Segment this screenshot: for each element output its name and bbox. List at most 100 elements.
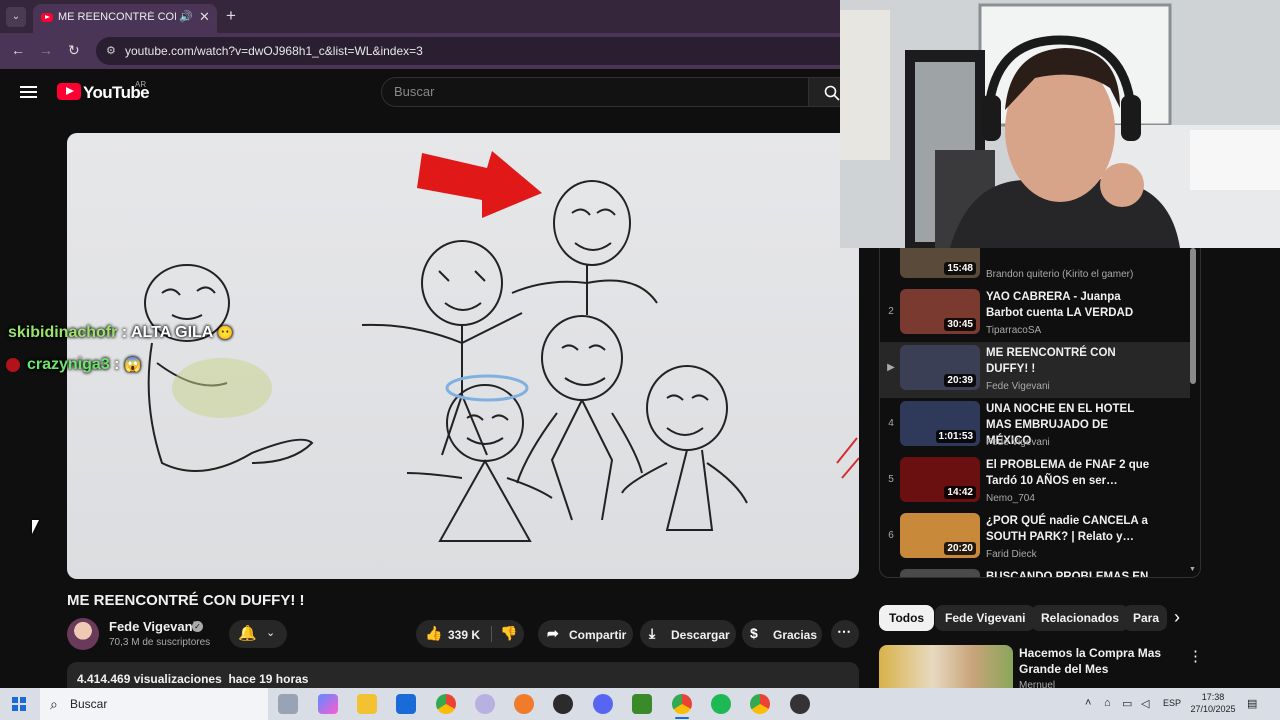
video-player[interactable]	[67, 133, 859, 579]
chip-channel[interactable]: Fede Vigevani	[935, 605, 1036, 631]
thanks-button[interactable]: $ Gracias	[742, 620, 822, 648]
more-vertical-icon[interactable]: ⋮	[1188, 647, 1203, 665]
clock[interactable]: 17:38 27/10/2025	[1187, 691, 1239, 715]
notifications-icon[interactable]: ▤	[1247, 697, 1257, 710]
playlist-title[interactable]: BUSCANDO PROBLEMAS EN CONSTITUCIÓN	[986, 569, 1156, 577]
windows-start-icon[interactable]	[12, 697, 26, 711]
speaker-icon[interactable]: 🔊	[179, 10, 193, 23]
playlist-title[interactable]: ¿POR QUÉ nadie CANCELA a SOUTH PARK? | R…	[986, 513, 1156, 545]
app-record-icon[interactable]	[553, 694, 573, 714]
copilot-icon[interactable]	[318, 694, 338, 714]
playlist-item[interactable]: ▶ 20:39 ME REENCONTRÉ CON DUFFY! ! Fede Vig…	[880, 342, 1190, 398]
download-button[interactable]: ⤓ Descargar	[640, 620, 736, 648]
thanks-label: Gracias	[773, 628, 818, 642]
scroll-down-icon[interactable]: ▼	[1189, 566, 1196, 573]
playlist-thumbnail[interactable]: 30:45	[900, 289, 980, 334]
playlist-item[interactable]: 5 14:42 El PROBLEMA de FNAF 2 que Tardó 10…	[880, 454, 1190, 510]
emoji-icon: 😱	[123, 356, 142, 372]
emoji-icon: 😶	[217, 325, 234, 340]
tab-title: ME REENCONTRÉ CON DUFFY! !	[58, 11, 176, 23]
task-view-icon[interactable]	[278, 694, 298, 714]
playlist-item[interactable]: 6 20:20 ¿POR QUÉ nadie CANCELA a SOUTH PAR…	[880, 510, 1190, 566]
playlist-item[interactable]: 2 30:45 YAO CABRERA - Juanpa Barbot cuenta…	[880, 286, 1190, 342]
youtube-header: YouTube AR	[0, 70, 840, 114]
playlist-title[interactable]: ME REENCONTRÉ CON DUFFY! !	[986, 345, 1156, 377]
playlist-item[interactable]: BUSCANDO PROBLEMAS EN CONSTITUCIÓN	[880, 566, 1190, 577]
menu-icon[interactable]	[20, 86, 37, 98]
playlist-thumbnail[interactable]: 1:01:53	[900, 401, 980, 446]
minecraft-icon[interactable]	[632, 694, 652, 714]
chip-related[interactable]: Relacionados	[1031, 605, 1130, 631]
playlist-title[interactable]: El PROBLEMA de FNAF 2 que Tardó 10 AÑOS …	[986, 457, 1156, 489]
playlist-thumbnail[interactable]: 20:20	[900, 513, 980, 558]
tray-overflow-icon[interactable]: ˄	[1085, 697, 1091, 709]
recommendation-thumbnail[interactable]	[879, 645, 1013, 690]
search-input[interactable]	[394, 84, 794, 99]
playlist-scrollbar[interactable]	[1190, 248, 1196, 384]
channel-avatar[interactable]	[67, 618, 99, 650]
thumbs-down-icon[interactable]: 👎	[500, 625, 517, 642]
upload-age: hace 19 horas	[228, 672, 309, 686]
youtube-logo-icon[interactable]	[57, 83, 81, 100]
webcam-image	[840, 0, 1280, 248]
close-tab-icon[interactable]: ✕	[199, 9, 210, 25]
playlist-thumbnail[interactable]: 14:42	[900, 457, 980, 502]
chip-for-you[interactable]: Para	[1123, 605, 1167, 631]
chrome-profile-icon[interactable]	[672, 694, 692, 714]
spotify-icon[interactable]	[711, 694, 731, 714]
site-info-icon[interactable]: ⚙	[106, 44, 116, 57]
playlist-channel: Fede Vigevani	[986, 381, 1050, 392]
notifications-button[interactable]: 🔔 ⌄	[229, 620, 287, 648]
language-indicator[interactable]: ESP	[1163, 698, 1181, 708]
chrome-icon[interactable]	[436, 694, 456, 714]
tab-search-button[interactable]: ⌄	[6, 7, 26, 27]
more-actions-button[interactable]: ⋯	[831, 620, 859, 648]
app-sun-icon[interactable]	[514, 694, 534, 714]
back-arrow-icon[interactable]: ←	[11, 42, 25, 58]
new-tab-button[interactable]: +	[226, 6, 236, 26]
video-title: ME REENCONTRÉ CON DUFFY! !	[67, 592, 305, 609]
network-icon[interactable]: ⌂	[1104, 697, 1111, 709]
search-button[interactable]	[809, 77, 840, 107]
playlist-channel: Nemo_704	[986, 493, 1035, 504]
chevron-down-icon: ⌄	[266, 627, 276, 639]
chip-all[interactable]: Todos	[879, 605, 935, 631]
thumbs-up-icon[interactable]: 👍	[425, 625, 442, 642]
playlist-title[interactable]: YAO CABRERA - Juanpa Barbot cuenta LA VE…	[986, 289, 1156, 321]
playlist-index: 4	[888, 418, 894, 429]
mouse-cursor-icon	[32, 520, 39, 534]
chat-badge-icon	[6, 358, 20, 372]
playlist-duration: 20:20	[944, 542, 976, 555]
share-button[interactable]: ➦ Compartir	[538, 620, 633, 648]
app-dark-icon[interactable]	[790, 694, 810, 714]
recommendation-title[interactable]: Hacemos la Compra Mas Grande del Mes	[1019, 645, 1179, 677]
playlist-thumbnail[interactable]	[900, 569, 980, 577]
playlist-thumbnail[interactable]: 20:39	[900, 345, 980, 390]
playlist-duration: 30:45	[944, 318, 976, 331]
chevron-right-icon[interactable]: ›	[1174, 607, 1180, 628]
taskbar-search[interactable]: ⌕ Buscar	[40, 688, 268, 720]
monitor-icon[interactable]: ▭	[1122, 697, 1132, 710]
chrome-second-icon[interactable]	[750, 694, 770, 714]
playlist-duration: 15:48	[944, 262, 976, 275]
chat-username: skibidinachofr	[8, 324, 118, 341]
playlist-index: 2	[888, 306, 894, 317]
clock-time: 17:38	[1201, 692, 1225, 702]
playlist-duration: 14:42	[944, 486, 976, 499]
app-w-icon[interactable]	[475, 694, 495, 714]
browser-tab-active[interactable]: ME REENCONTRÉ CON DUFFY! ! 🔊 ✕	[33, 4, 217, 33]
playlist-item[interactable]: 15:48 Brandon quiterio (Kirito el gamer)	[880, 248, 1190, 286]
address-bar[interactable]: ⚙ youtube.com/watch?v=dwOJ968h1_c&list=W…	[96, 37, 856, 65]
forward-arrow-icon[interactable]: →	[39, 42, 53, 58]
file-explorer-icon[interactable]	[357, 694, 377, 714]
reload-icon[interactable]: ↻	[68, 42, 80, 59]
playlist-thumbnail[interactable]: 15:48	[900, 248, 980, 278]
playlist-item[interactable]: 4 1:01:53 UNA NOCHE EN EL HOTEL MAS EMBRUJ…	[880, 398, 1190, 454]
taskbar-search-label: Buscar	[70, 697, 108, 711]
playlist-channel: Brandon quiterio (Kirito el gamer)	[986, 269, 1134, 280]
store-icon[interactable]	[396, 694, 416, 714]
channel-name[interactable]: Fede Vigevani	[109, 619, 196, 634]
like-count[interactable]: 339 K	[448, 628, 480, 642]
discord-icon[interactable]	[593, 694, 613, 714]
volume-icon[interactable]: ◁	[1141, 697, 1149, 710]
